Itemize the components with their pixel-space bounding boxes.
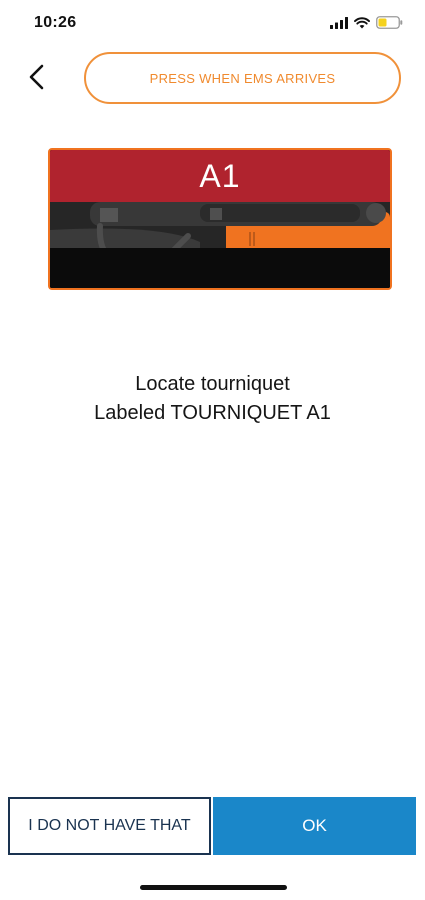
instruction-line-1: Locate tourniquet: [135, 373, 290, 395]
do-not-have-button-label: I DO NOT HAVE THAT: [28, 817, 191, 834]
signal-icon: [330, 16, 348, 34]
kit-label-bar: A1: [50, 150, 390, 202]
back-button[interactable]: [20, 62, 54, 96]
ok-button-label: OK: [302, 816, 327, 835]
do-not-have-button[interactable]: I DO NOT HAVE THAT: [8, 797, 211, 855]
ok-button[interactable]: OK: [213, 797, 416, 855]
back-arrow-icon: [27, 63, 47, 96]
status-time: 10:26: [34, 14, 77, 31]
wifi-icon: [354, 16, 370, 34]
status-bar: 10:26: [0, 0, 425, 48]
ems-arrived-button[interactable]: PRESS WHEN EMS ARRIVES: [84, 52, 401, 104]
kit-label: A1: [199, 157, 241, 194]
status-icons: [330, 16, 403, 34]
instruction-text: Locate tourniquet Labeled TOURNIQUET A1: [0, 370, 425, 428]
battery-icon: [376, 16, 403, 34]
home-indicator: [140, 885, 287, 890]
instruction-line-2: Labeled TOURNIQUET A1: [94, 402, 331, 424]
ems-arrived-button-label: PRESS WHEN EMS ARRIVES: [149, 70, 336, 86]
tourniquet-kit-image: A1: [48, 148, 392, 290]
